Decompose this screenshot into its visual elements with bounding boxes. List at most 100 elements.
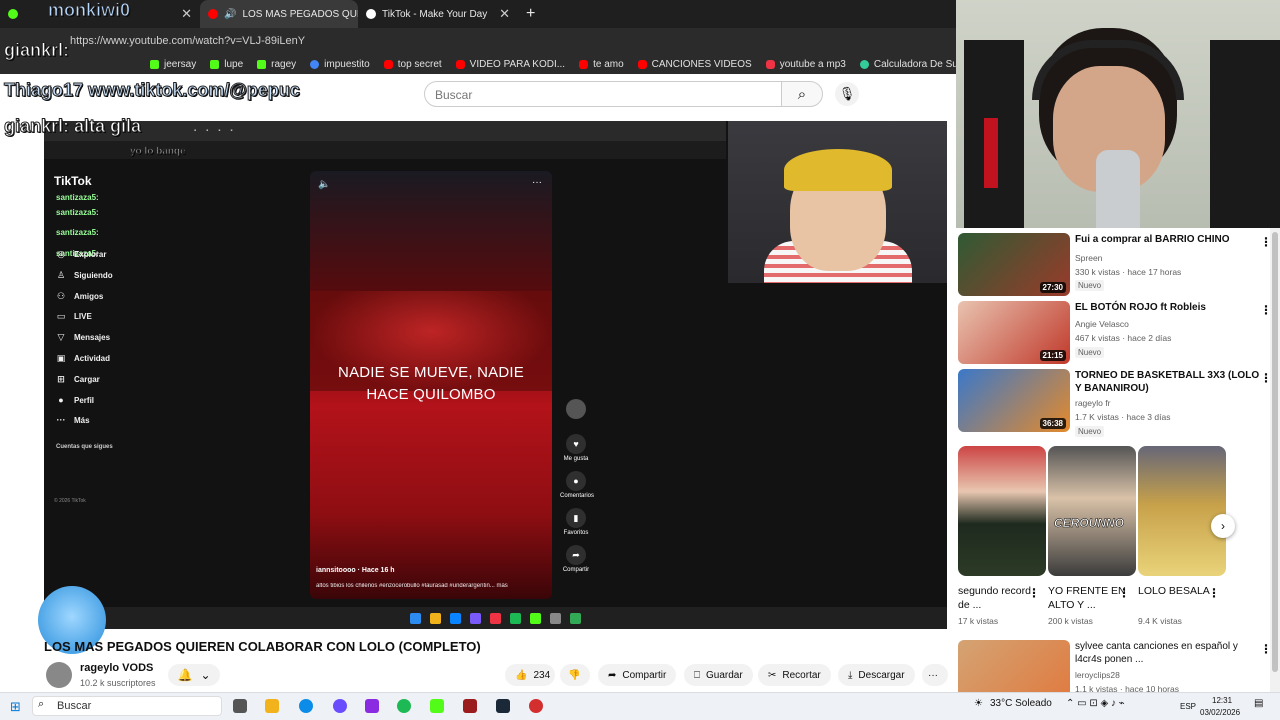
download-button[interactable]: ⤓ Descargar (838, 664, 915, 686)
short-thumbnail[interactable] (958, 446, 1046, 576)
channel-name[interactable]: Spreen (1075, 253, 1102, 263)
bookmark-item[interactable]: ragey (257, 59, 296, 70)
spotify-icon[interactable] (397, 699, 411, 713)
like-button[interactable]: ♥ Me gusta (560, 434, 592, 462)
video-title[interactable]: EL BOTÓN ROJO ft Robleis (1075, 301, 1265, 314)
tab-youtube[interactable]: 🔊 LOS MAS PEGADOS QUIEREN ✕ (200, 0, 358, 28)
nav-mas[interactable]: ··· Más (56, 415, 90, 425)
video-title[interactable]: sylvee canta canciones en español y l4cr… (1075, 640, 1265, 666)
task-view-icon[interactable] (233, 699, 247, 713)
video-thumbnail[interactable]: 36:38 (958, 369, 1070, 432)
kick-icon[interactable] (430, 699, 444, 713)
kick-icon (150, 59, 159, 69)
bookmark-item[interactable]: te amo (579, 59, 624, 70)
video-player[interactable]: ▪ ▪ ▪ ▪ TikTok santizaza5: santizaza5: sant… (44, 121, 947, 629)
weather-text[interactable]: 33°C Soleado (990, 698, 1052, 709)
next-shorts-button[interactable]: › (1211, 514, 1235, 538)
short-thumbnail[interactable]: CEROUNNO (1048, 446, 1136, 576)
video-thumbnail[interactable]: 27:30 (958, 233, 1070, 296)
more-icon[interactable]: ⋮ (1028, 586, 1040, 600)
channel-name[interactable]: rageylo VODS (80, 662, 153, 674)
search-icon: ⌕ (797, 85, 807, 103)
taskbar-search-input[interactable]: Buscar (32, 696, 222, 716)
search-input[interactable]: Buscar (424, 81, 782, 107)
more-icon: ··· (928, 669, 938, 681)
youtube-icon (455, 59, 465, 69)
chat-line: santizaza5: (56, 208, 99, 217)
app-icon[interactable] (365, 699, 379, 713)
bookmark-item[interactable]: lupe (210, 59, 243, 70)
windows-start-icon[interactable]: ⊞ (10, 699, 21, 715)
more-icon[interactable]: ··· (532, 177, 542, 188)
file-explorer-icon[interactable] (265, 699, 279, 713)
url-text: https://www.youtube.com/watch?v=VLJ-89iL… (70, 35, 306, 47)
share-button[interactable]: ➦ Compartir (560, 545, 592, 573)
search-button[interactable]: ⌕ (781, 81, 823, 107)
weather-icon: ☀ (974, 698, 983, 709)
volume-icon[interactable]: 🔈 (318, 179, 330, 190)
close-icon[interactable]: ✕ (181, 6, 192, 22)
bookmark-item[interactable]: VIDEO PARA KODI... (455, 59, 565, 70)
bookmark-item[interactable]: jeersay (150, 59, 196, 70)
nav-cargar[interactable]: ⊞ Cargar (56, 374, 100, 385)
save-button[interactable]: ⎕ Guardar (684, 664, 753, 686)
edge-icon[interactable] (299, 699, 313, 713)
clip-button[interactable]: ✂ Recortar (758, 664, 831, 686)
discord-icon[interactable] (333, 699, 347, 713)
tiktok-author[interactable]: iannsitoooo · Hace 16 h (316, 567, 395, 574)
scrollbar-thumb[interactable] (1272, 232, 1278, 672)
close-icon[interactable]: ✕ (499, 6, 510, 22)
bookmark-item[interactable]: youtube a mp3 (765, 59, 846, 70)
video-title[interactable]: TORNEO DE BASKETBALL 3X3 (LOLO Y BANANIR… (1075, 369, 1265, 395)
recommendation-item[interactable]: 36:38 TORNEO DE BASKETBALL 3X3 (LOLO Y B… (958, 369, 1276, 437)
more-icon[interactable]: ⋮ (1208, 586, 1220, 600)
nav-amigos[interactable]: ⚇ Amigos (56, 291, 103, 302)
video-editor-icon[interactable] (463, 699, 477, 713)
clock-time[interactable]: 12:31 (1212, 696, 1232, 705)
language-indicator[interactable]: ESP (1180, 702, 1196, 711)
share-button[interactable]: ➦ Compartir (598, 664, 677, 686)
obs-icon[interactable] (529, 699, 543, 713)
tab-tiktok[interactable]: TikTok - Make Your Day ✕ (358, 0, 518, 28)
address-bar[interactable]: https://www.youtube.com/watch?v=VLJ-89iL… (0, 28, 956, 54)
tray-icons[interactable]: ⌃ ▭ ⊡ ◈ ♪ ⌁ (1066, 698, 1125, 709)
bookmark-item[interactable]: top secret (383, 59, 442, 70)
tiktok-icon (366, 9, 376, 19)
nav-live[interactable]: ▭ LIVE (56, 311, 92, 322)
notifications-button[interactable]: 🔔 ⌄ (168, 664, 220, 686)
short-thumbnail[interactable] (1138, 446, 1226, 576)
more-icon: ··· (56, 415, 66, 425)
channel-name[interactable]: Angie Velasco (1075, 319, 1129, 329)
recommendation-item[interactable]: 21:15 EL BOTÓN ROJO ft Robleis Angie Vel… (958, 301, 1276, 365)
bookmark-item[interactable]: impuestito (310, 59, 370, 70)
recommendation-item[interactable]: 27:30 Fui a comprar al BARRIO CHINO Spre… (958, 233, 1276, 297)
video-title[interactable]: Fui a comprar al BARRIO CHINO (1075, 233, 1265, 246)
recommendation-item[interactable]: sylvee canta canciones en español y l4cr… (958, 640, 1276, 692)
video-thumbnail[interactable] (958, 640, 1070, 692)
clock-date[interactable]: 03/02/2026 (1200, 708, 1240, 717)
dislike-button[interactable]: 👎 (560, 664, 590, 686)
stream-chat-line: yo lo banqe (130, 146, 187, 158)
nav-actividad[interactable]: ▣ Actividad (56, 353, 110, 364)
favorites-button[interactable]: ▮ Favoritos (560, 508, 592, 536)
notifications-icon[interactable]: ▤ (1254, 698, 1263, 709)
channel-avatar[interactable] (46, 662, 72, 688)
nav-siguiendo[interactable]: ♙ Siguiendo (56, 270, 113, 281)
tiktok-video[interactable]: NADIE SE MUEVE, NADIE HACE QUILOMBO iann… (310, 171, 552, 599)
nav-perfil[interactable]: ● Perfil (56, 395, 94, 405)
bookmark-item[interactable]: CANCIONES VIDEOS (637, 59, 752, 70)
bookmark-item[interactable]: Calculadora De Su... (859, 59, 956, 70)
channel-name[interactable]: rageylo fr (1075, 398, 1110, 408)
like-button[interactable]: 👍 234 (505, 664, 555, 686)
more-actions-button[interactable]: ··· (922, 664, 948, 686)
nav-mensajes[interactable]: ▽ Mensajes (56, 332, 111, 343)
comments-button[interactable]: ● Comentarios (560, 471, 594, 499)
steam-icon[interactable] (496, 699, 510, 713)
avatar-button[interactable] (560, 399, 592, 421)
channel-name[interactable]: leroyclips28 (1075, 670, 1120, 680)
nav-explorar[interactable]: ◎ Explorar (56, 249, 106, 260)
more-icon[interactable]: ⋮ (1118, 586, 1130, 600)
voice-search-button[interactable]: 🎙 (835, 82, 859, 106)
new-tab-button[interactable]: + (518, 0, 543, 28)
video-thumbnail[interactable]: 21:15 (958, 301, 1070, 364)
